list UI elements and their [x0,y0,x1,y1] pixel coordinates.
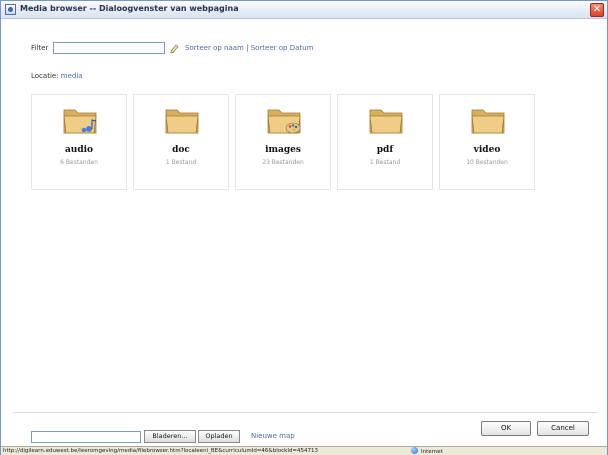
location-label: Locatie: [31,72,59,80]
folder-count: 23 Bestanden [262,159,304,166]
folder-audio-icon [63,109,97,134]
upload-button[interactable]: Opladen [198,430,240,443]
folder-tile-video[interactable]: video 10 Bestanden [439,94,535,190]
sort-links: Sorteer op naam | Sorteer op Datum [185,44,313,52]
footer-divider [13,412,597,413]
folder-count: 6 Bestanden [60,159,98,166]
security-zone: Internet [411,447,443,455]
status-bar: http://digilearn.eduwest.be/leeromgeving… [1,446,607,455]
filter-label: Filter [31,44,49,52]
folder-icon [471,109,505,134]
filter-input[interactable] [53,42,165,54]
location-path-link[interactable]: media [61,72,83,80]
status-url: http://digilearn.eduwest.be/leeromgeving… [3,448,319,454]
sort-separator: | [246,44,249,52]
folder-tile-images[interactable]: images 23 Bestanden [235,94,331,190]
breadcrumb: Locatie: media [31,72,83,80]
media-browser-dialog: Media browser -- Dialoogvenster van webp… [0,0,608,455]
window-title: Media browser -- Dialoogvenster van webp… [20,4,239,13]
title-bar[interactable]: Media browser -- Dialoogvenster van webp… [1,1,607,19]
folder-name: doc [172,145,190,155]
sort-by-name-link[interactable]: Sorteer op naam [185,44,244,52]
folder-count: 10 Bestanden [466,159,508,166]
folder-tile-pdf[interactable]: pdf 1 Bestand [337,94,433,190]
globe-icon [411,447,418,454]
sort-by-date-link[interactable]: Sorteer op Datum [251,44,314,52]
zone-label: Internet [421,449,443,455]
folder-name: audio [64,145,94,155]
folder-images-icon [267,109,301,134]
folder-name: images [265,145,301,155]
clear-filter-icon[interactable] [169,43,179,53]
close-button[interactable]: ✕ [590,3,604,17]
folder-icon [165,109,199,134]
cancel-button[interactable]: Cancel [537,421,589,436]
folder-name: pdf [376,145,394,155]
folder-tile-doc[interactable]: doc 1 Bestand [133,94,229,190]
ok-button[interactable]: OK [481,421,531,436]
folder-tile-audio[interactable]: audio 6 Bestanden [31,94,127,190]
new-folder-link[interactable]: Nieuwe map [251,432,295,440]
browse-button[interactable]: Bladeren... [144,430,196,443]
upload-file-path-input[interactable] [31,431,141,443]
folder-count: 1 Bestand [165,159,197,166]
folder-count: 1 Bestand [369,159,401,166]
folder-name: video [473,145,501,155]
ie-page-icon [5,4,16,15]
folder-icon [369,109,403,134]
